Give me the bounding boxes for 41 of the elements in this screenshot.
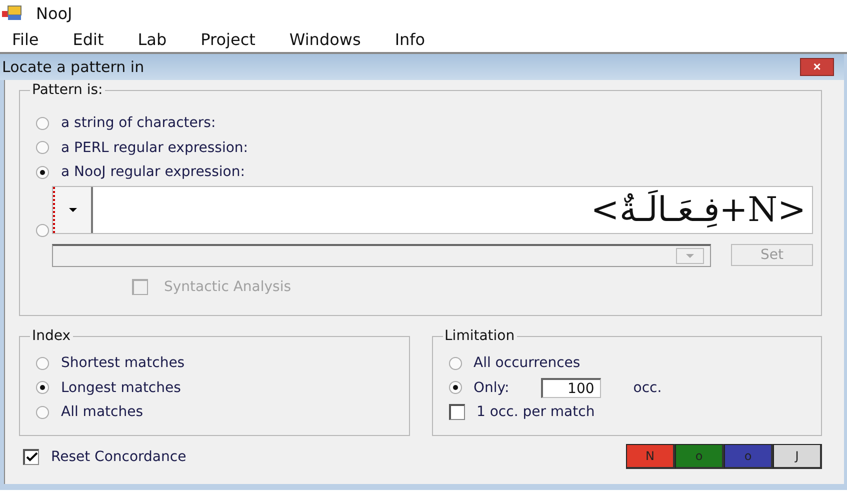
option-label: a string of characters:: [61, 115, 216, 132]
option-label: Longest matches: [61, 380, 181, 396]
dialog-title: Locate a pattern in: [2, 58, 144, 76]
menu-item[interactable]: Info: [394, 30, 426, 48]
close-button[interactable]: ×: [800, 58, 834, 76]
checkbox-label: Syntactic Analysis: [164, 278, 292, 294]
count-field[interactable]: 100: [541, 378, 602, 398]
menu-item[interactable]: Windows: [289, 30, 361, 48]
color-button[interactable]: J: [773, 444, 822, 469]
radio-button[interactable]: [36, 166, 49, 179]
option-label: All occurrences: [474, 355, 580, 372]
radio-button[interactable]: [36, 141, 49, 154]
option-label: Shortest matches: [61, 355, 185, 372]
option-label: All matches: [61, 404, 143, 420]
option-label: a PERL regular expression:: [61, 140, 248, 156]
option-label: Only:: [474, 380, 510, 396]
radio-button[interactable]: [36, 356, 49, 370]
color-button[interactable]: N: [626, 444, 675, 469]
app-title: NooJ: [36, 4, 72, 22]
checkbox-label: Reset Concordance: [51, 448, 186, 464]
caret-icon: [68, 206, 78, 212]
checkbox[interactable]: [23, 448, 39, 464]
radio-button[interactable]: [36, 224, 49, 236]
app-icon: [2, 5, 22, 21]
option-label: a NooJ regular expression:: [61, 164, 245, 180]
radio-button[interactable]: [36, 381, 49, 394]
expression-field[interactable]: <فِـعَـالَـةٌ+N>: [52, 186, 813, 234]
menu-item[interactable]: Project: [200, 30, 256, 48]
caret-icon: [676, 248, 704, 264]
menu-item[interactable]: Lab: [138, 30, 167, 48]
dropdown-field[interactable]: [52, 244, 711, 266]
radio-button[interactable]: [448, 381, 462, 394]
unit-label: occ.: [633, 380, 662, 396]
radio-button[interactable]: [36, 116, 49, 130]
checkbox[interactable]: [448, 404, 464, 420]
dropdown-button[interactable]: [53, 186, 93, 232]
menu-item[interactable]: File: [12, 30, 39, 48]
menu-item[interactable]: Edit: [72, 30, 104, 48]
checkbox-label: 1 occ. per match: [476, 404, 595, 420]
radio-button[interactable]: [448, 356, 462, 370]
radio-button[interactable]: [36, 406, 49, 419]
